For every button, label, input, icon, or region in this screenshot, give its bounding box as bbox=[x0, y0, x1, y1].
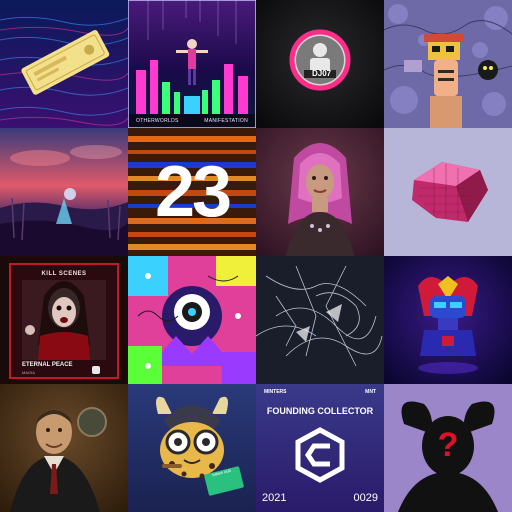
tile-painted-portrait[interactable] bbox=[0, 384, 128, 512]
mystery-question-mark: ? bbox=[437, 426, 459, 464]
painted-portrait-art bbox=[0, 384, 128, 512]
tile-neon-city-figure[interactable]: OTHERWORLDS MANIFESTATION bbox=[128, 0, 256, 128]
tile-dj-badge[interactable]: DJ07 bbox=[256, 0, 384, 128]
neon-city-art bbox=[128, 0, 256, 128]
brand-left: MINTERS bbox=[264, 389, 287, 395]
collector-year: 2021 bbox=[262, 492, 287, 504]
dj-badge-art bbox=[256, 0, 384, 128]
founding-collector-title: FOUNDING COLLECTOR bbox=[266, 406, 374, 416]
sunset-landscape-art bbox=[0, 128, 128, 256]
ticket-on-waves-art bbox=[0, 0, 128, 128]
sketch-lines-art bbox=[256, 256, 384, 384]
nft-gallery-grid: OTHERWORLDS MANIFESTATION DJ07 23 KILL S… bbox=[0, 0, 512, 512]
collage-character-art bbox=[384, 0, 512, 128]
brand-right: MNT bbox=[365, 389, 376, 395]
tile-robot-bust[interactable] bbox=[384, 256, 512, 384]
caption-left: OTHERWORLDS bbox=[136, 118, 179, 124]
collector-serial: 0029 bbox=[353, 492, 378, 504]
tile-sunset-landscape[interactable] bbox=[0, 128, 128, 256]
horror-card-title-bottom: ETERNAL PEACE bbox=[22, 362, 73, 368]
tile-psychedelic-art[interactable] bbox=[128, 256, 256, 384]
dj-badge-label: DJ07 bbox=[312, 69, 332, 78]
horror-card-title-top: KILL SCENES bbox=[41, 271, 87, 277]
tile-pink-voxel-gem[interactable] bbox=[384, 128, 512, 256]
voxel-gem-art bbox=[384, 128, 512, 256]
tile-horror-card[interactable]: KILL SCENES ETERNAL PEACE MAGIA bbox=[0, 256, 128, 384]
tile-ticket-on-waves[interactable] bbox=[0, 0, 128, 128]
tile-viking-cat-avatar[interactable]: kattes club bbox=[128, 384, 256, 512]
pink-hair-character-art bbox=[256, 128, 384, 256]
tile-sketch-lines[interactable] bbox=[256, 256, 384, 384]
caption-right: MANIFESTATION bbox=[204, 118, 248, 124]
robot-bust-art bbox=[384, 256, 512, 384]
psychedelic-art bbox=[128, 256, 256, 384]
horror-card-subtitle: MAGIA bbox=[22, 370, 35, 375]
tile-pink-hair-character[interactable] bbox=[256, 128, 384, 256]
tile-number-23[interactable]: 23 bbox=[128, 128, 256, 256]
tile-founding-collector[interactable]: MINTERS MNT FOUNDING COLLECTOR 2021 0029 bbox=[256, 384, 384, 512]
tile-collage-character[interactable] bbox=[384, 0, 512, 128]
number-23-text: 23 bbox=[154, 152, 232, 232]
tile-mystery-silhouette[interactable]: ? bbox=[384, 384, 512, 512]
viking-cat-art bbox=[128, 384, 256, 512]
